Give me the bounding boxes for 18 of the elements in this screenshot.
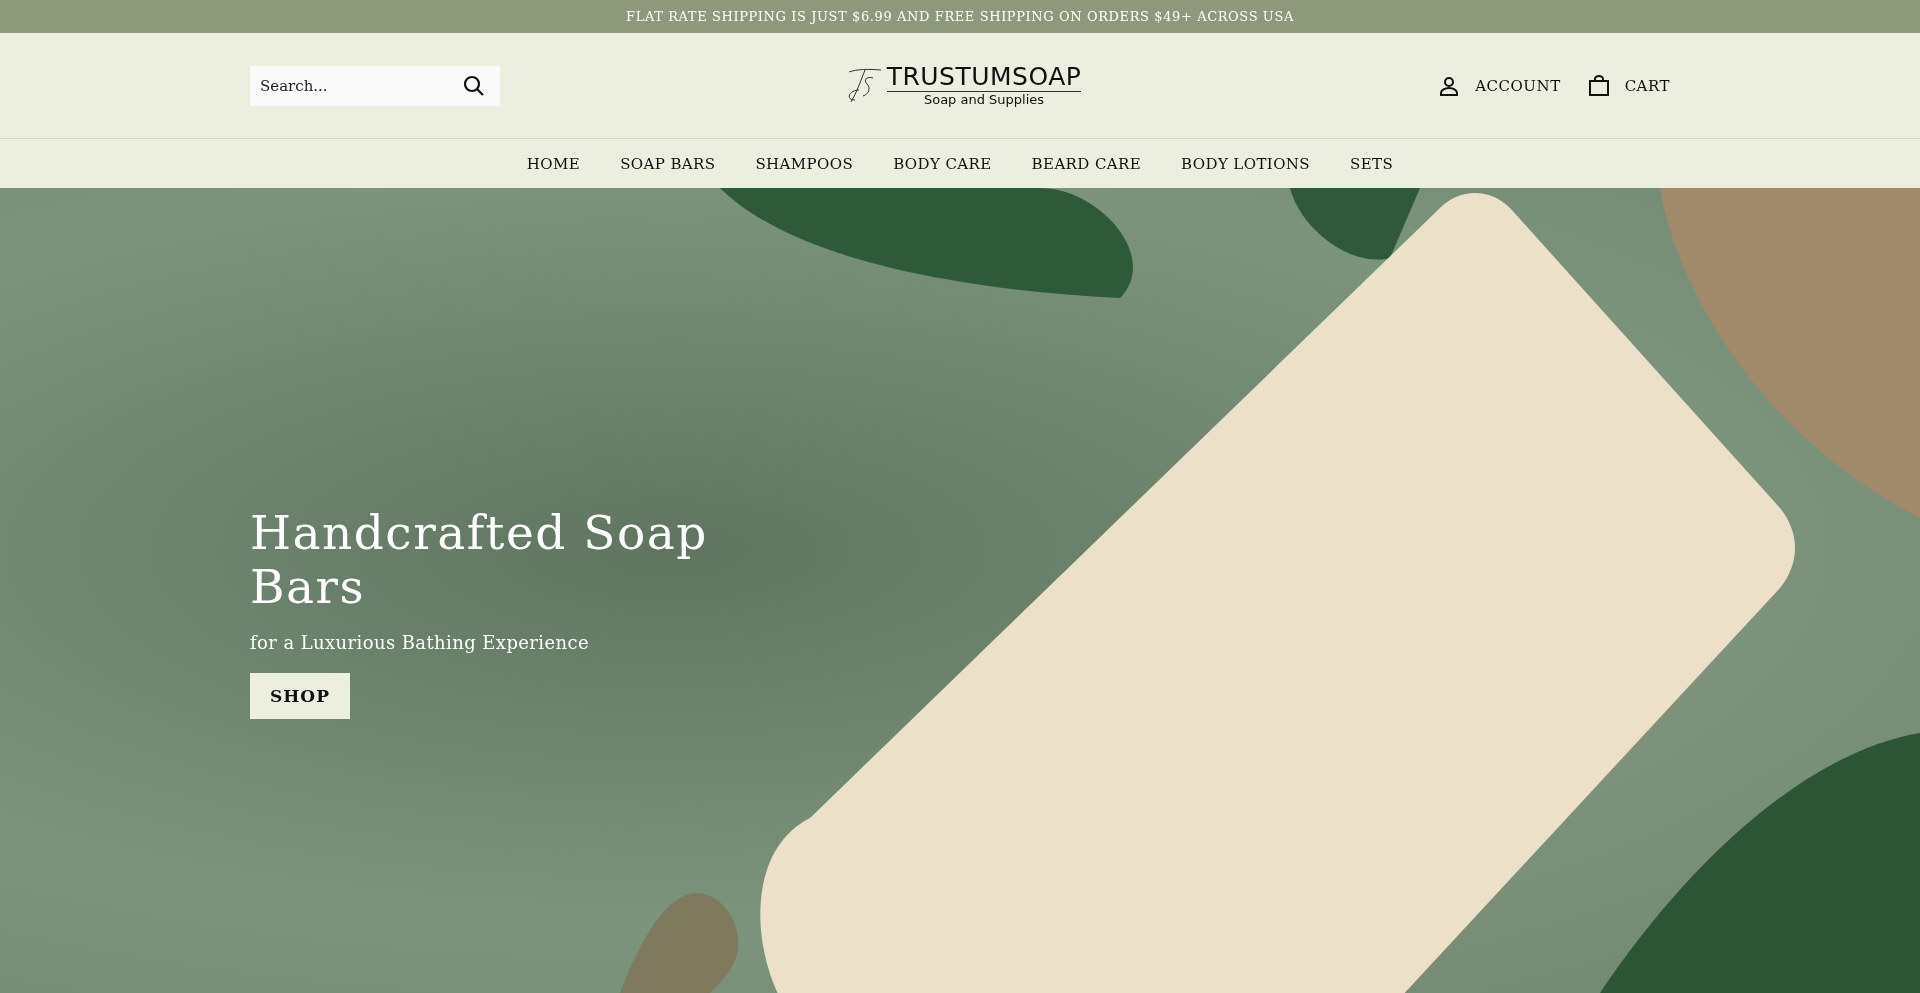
logo-tagline: Soap and Supplies — [923, 91, 1045, 107]
shopping-bag-icon — [1586, 73, 1611, 98]
nav-link[interactable]: BEARD CARE — [1031, 154, 1142, 173]
hero-subtitle: for a Luxurious Bathing Experience — [250, 632, 590, 653]
announcement-text: FLAT RATE SHIPPING IS JUST $6.99 AND FREE SHIPPING ON ORDERS $49+ ACROSS USA — [626, 9, 1294, 24]
nav-link[interactable]: SETS — [1350, 154, 1394, 173]
search-icon[interactable] — [462, 73, 486, 98]
cart-link[interactable]: CART — [1586, 73, 1670, 98]
nav-link[interactable]: SHAMPOOS — [755, 154, 854, 173]
account-link[interactable]: ACCOUNT — [1437, 73, 1561, 98]
nav-link[interactable]: BODY LOTIONS — [1181, 154, 1311, 173]
search-field[interactable]: Search... — [250, 65, 500, 106]
nav-link[interactable]: HOME — [526, 154, 581, 173]
logo-wordmark: TRUSTUMSOAP — [886, 64, 1082, 92]
shop-button[interactable]: SHOP — [250, 673, 350, 719]
hero-heading: Handcrafted Soap Bars — [250, 506, 709, 614]
nav-link[interactable]: SOAP BARS — [620, 154, 716, 173]
nav-link[interactable]: BODY CARE — [893, 154, 992, 173]
